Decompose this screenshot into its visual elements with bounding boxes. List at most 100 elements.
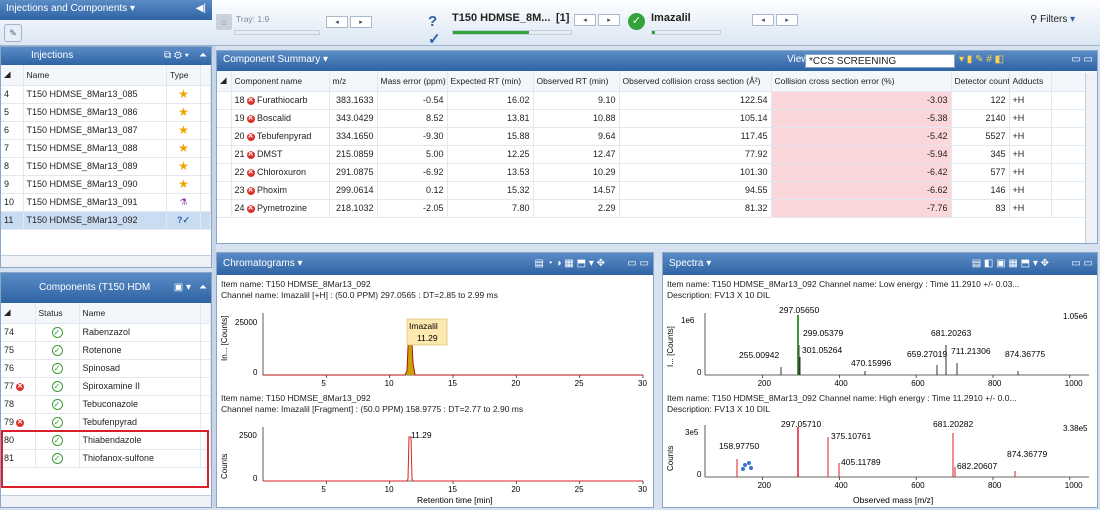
spec2-peak-label: 158.97750: [719, 441, 759, 451]
spec2-peak-label: 297.05710: [781, 419, 821, 429]
check-icon: ✓: [51, 416, 63, 428]
detector-counts: 122: [951, 91, 1010, 110]
col-observed-rt[interactable]: Observed RT (min): [533, 71, 620, 92]
table-row[interactable]: 75 ✓ Rotenone: [1, 341, 211, 360]
table-row[interactable]: 23 ✕ Phoxim 299.0614 0.12 15.32 14.57 94.55 -6.…: [217, 181, 1097, 200]
prev-component-button[interactable]: ◂: [752, 14, 774, 26]
table-row[interactable]: 19 ✕ Boscalid 343.0429 8.52 13.81 10.88 105.14…: [217, 109, 1097, 128]
component-name: Chloroxuron: [257, 167, 307, 177]
table-row[interactable]: 7 T150 HDMSE_8Mar13_088 ★: [1, 139, 211, 158]
check-icon: ✓: [51, 344, 63, 356]
chromatogram-tools-icon[interactable]: ▤ ◔ ◑ ▦ ⬒ ▾ ✥: [535, 253, 606, 275]
table-row[interactable]: 77 ✕ ✓ Spiroxamine II: [1, 377, 211, 396]
col-adducts[interactable]: Adducts: [1009, 71, 1052, 92]
view-tools-icon[interactable]: ▾ ▮ ✎ # ◧: [959, 51, 1004, 69]
row-index: 79: [4, 417, 15, 427]
adduct: +H: [1009, 145, 1052, 164]
check-icon: ✓: [51, 380, 63, 392]
chrom1-xtick-label: 20: [511, 379, 520, 388]
injections-components-title[interactable]: Injections and Components ▾ ◀|: [0, 0, 212, 20]
detector-counts: 2140: [951, 109, 1010, 128]
window-controls-icon[interactable]: ▭ ▭: [1071, 51, 1093, 69]
ccs-error: -5.94: [771, 145, 952, 164]
injections-hscroll[interactable]: [1, 255, 211, 267]
error-flag-icon: ✕: [16, 418, 25, 427]
table-row[interactable]: 78 ✓ Tebuconazole: [1, 395, 211, 414]
col-name[interactable]: Name: [23, 65, 167, 86]
injection-progress: [452, 30, 572, 35]
table-row[interactable]: 74 ✓ Rabenzazol: [1, 323, 211, 342]
injection-tools-icon[interactable]: ⧉ ⚙ ▾: [164, 47, 189, 65]
table-row[interactable]: 8 T150 HDMSE_8Mar13_089 ★: [1, 157, 211, 176]
maximize-icon[interactable]: ⏶: [199, 273, 207, 303]
spectra-tools-icon[interactable]: ▤ ◧ ▣ ▦ ⬒ ▾ ✥: [972, 253, 1049, 275]
mz-value: 218.1032: [329, 199, 378, 218]
summary-vscroll[interactable]: [1085, 73, 1097, 243]
next-injection-button[interactable]: ▸: [598, 14, 620, 26]
table-row[interactable]: 76 ✓ Spinosad: [1, 359, 211, 378]
col-observed-ccs[interactable]: Observed collision cross section (Å²): [619, 71, 772, 92]
spec2-marker: [743, 463, 747, 467]
spec1-xtick-label: 1000: [1065, 379, 1083, 388]
star-icon: ★: [178, 87, 189, 101]
table-row[interactable]: 20 ✕ Tebufenpyrad 334.1650 -9.30 15.88 9.64 11…: [217, 127, 1097, 146]
table-row[interactable]: 24 ✕ Pymetrozine 218.1032 -2.05 7.80 2.29 81.3…: [217, 199, 1097, 218]
table-row[interactable]: 22 ✕ Chloroxuron 291.0875 -6.92 13.53 10.29 10…: [217, 163, 1097, 182]
spectra-title[interactable]: Spectra: [669, 258, 703, 269]
table-row[interactable]: 11 T150 HDMSE_8Mar13_092 ?✓: [1, 211, 211, 230]
window-controls-icon[interactable]: ▭ ▭: [1071, 253, 1093, 275]
collapse-left-icon[interactable]: ◀|: [196, 0, 206, 18]
col-component-name[interactable]: Component name: [231, 71, 330, 92]
chromatograms-title[interactable]: Chromatograms: [223, 258, 295, 269]
spectra-plots: I... [Counts] 1e6 0 1.05e6 200 400 600 800 1…: [666, 305, 1089, 505]
chrom2-xtick-label: 30: [638, 485, 647, 494]
table-row[interactable]: 9 T150 HDMSE_8Mar13_090 ★: [1, 175, 211, 194]
tray-label: Tray: 1:9: [236, 14, 270, 24]
filter-icon: ⚲: [1030, 14, 1038, 25]
col-mz[interactable]: m/z: [329, 71, 378, 92]
next-component-button[interactable]: ▸: [776, 14, 798, 26]
col-status[interactable]: Status: [35, 303, 80, 324]
table-row[interactable]: 21 ✕ DMST 215.0859 5.00 12.25 12.47 77.92 -5.94…: [217, 145, 1097, 164]
col-mass-error[interactable]: Mass error (ppm): [377, 71, 448, 92]
filters-button[interactable]: ⚲ Filters ▾: [1030, 14, 1075, 25]
table-row[interactable]: 4 T150 HDMSE_8Mar13_085 ★: [1, 85, 211, 104]
spec1-peak-label: 659.27019: [907, 349, 947, 359]
next-tray-button[interactable]: ▸: [350, 16, 372, 28]
components-hscroll[interactable]: [1, 495, 211, 507]
view-select[interactable]: *CCS SCREENING: [805, 54, 955, 68]
detector-counts: 146: [951, 181, 1010, 200]
row-index: 11: [1, 211, 24, 230]
summary-header: Component Summary ▾ View: *CCS SCREENING…: [217, 51, 1097, 71]
components-header: Components (T150 HDM ▣ ▾ ⏶: [1, 273, 211, 303]
adduct: +H: [1009, 109, 1052, 128]
chrom-xlabel: Retention time [min]: [417, 495, 493, 505]
chrom2-xtick-label: 25: [575, 485, 584, 494]
col-name[interactable]: Name: [79, 303, 201, 324]
injection-name: T150 HDMSE_8Mar13_087: [23, 121, 167, 140]
spec1-xtick-label: 800: [988, 379, 1002, 388]
observed-ccs: 101.30: [619, 163, 772, 182]
col-detector-counts[interactable]: Detector counts: [951, 71, 1010, 92]
table-row[interactable]: 5 T150 HDMSE_8Mar13_086 ★: [1, 103, 211, 122]
table-row[interactable]: 10 T150 HDMSE_8Mar13_091 ⚗: [1, 193, 211, 212]
col-ccs-error[interactable]: Collision cross section error (%): [771, 71, 952, 92]
error-flag-icon: ✕: [246, 186, 255, 195]
components-panel: ◈ Components (T150 HDM ▣ ▾ ⏶ ◢ Status Na…: [0, 272, 212, 508]
component-summary-panel: Component Summary ▾ View: *CCS SCREENING…: [216, 50, 1098, 244]
col-expected-rt[interactable]: Expected RT (min): [447, 71, 534, 92]
prev-injection-button[interactable]: ◂: [574, 14, 596, 26]
component-name: Tebuconazole: [79, 395, 201, 414]
table-row[interactable]: 18 ✕ Furathiocarb 383.1633 -0.54 16.02 9.10 12…: [217, 91, 1097, 110]
table-row[interactable]: 79 ✕ ✓ Tebufenpyrad: [1, 413, 211, 432]
window-controls-icon[interactable]: ▭ ▭: [627, 253, 649, 275]
maximize-icon[interactable]: ⏶: [199, 47, 207, 65]
adduct: +H: [1009, 199, 1052, 218]
components-options-icon[interactable]: ▣ ▾: [174, 273, 191, 303]
prev-tray-button[interactable]: ◂: [326, 16, 348, 28]
observed-ccs: 77.92: [619, 145, 772, 164]
summary-title[interactable]: Component Summary: [223, 54, 320, 65]
mass-error: -6.92: [377, 163, 448, 182]
table-row[interactable]: 6 T150 HDMSE_8Mar13_087 ★: [1, 121, 211, 140]
col-type[interactable]: Type: [166, 65, 201, 86]
